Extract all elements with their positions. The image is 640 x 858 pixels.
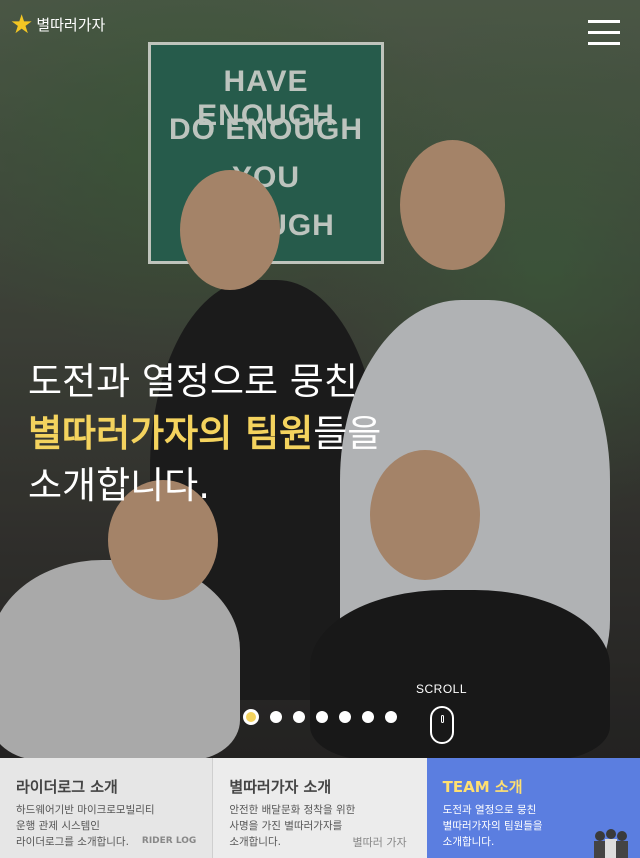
hero-headline: 도전과 열정으로 뭉친 별따러가자의 팀원들을 소개합니다. (28, 356, 381, 512)
mouse-icon (429, 706, 454, 744)
slider-dot[interactable] (316, 711, 328, 723)
headline-line-1: 도전과 열정으로 뭉친 (28, 360, 358, 403)
slider-dot[interactable] (362, 711, 374, 723)
scroll-label: SCROLL (416, 682, 468, 696)
headline-line-2: 별따러가자의 팀원들을 (28, 408, 381, 460)
site-logo[interactable]: ★ 별따러가자 (10, 12, 105, 38)
hamburger-icon-line (588, 42, 620, 45)
slider-dot[interactable] (385, 711, 397, 723)
star-icon: ★ (10, 10, 34, 40)
company-logo: 별따러 가자 (352, 836, 407, 849)
riderlog-logo: RIDER LOG (141, 836, 197, 846)
slider-dot[interactable] (293, 711, 305, 723)
scroll-indicator[interactable]: SCROLL (416, 682, 467, 744)
hamburger-icon (588, 20, 620, 23)
headline-line-3: 소개합니다. (28, 464, 210, 507)
tab-team-intro[interactable]: TEAM 소개 도전과 열정으로 뭉친 별따러가자의 팀원들을 소개합니다. (426, 758, 640, 858)
slider-dot[interactable] (243, 709, 259, 725)
intro-tabs: 라이더로그 소개 하드웨어기반 마이크로모빌리티 운행 관제 시스템인 라이더로… (0, 758, 640, 858)
logo-text: 별따러가자 (36, 15, 106, 34)
tab-title: 라이더로그 소개 (16, 778, 118, 796)
tab-riderlog-intro[interactable]: 라이더로그 소개 하드웨어기반 마이크로모빌리티 운행 관제 시스템인 라이더로… (0, 758, 214, 858)
team-photo-thumbnail (593, 829, 628, 858)
slider-pagination (243, 709, 397, 725)
tab-title: TEAM 소개 (442, 778, 523, 796)
headline-rest: 들을 (313, 412, 382, 455)
hamburger-icon-line (588, 31, 620, 34)
slider-dot[interactable] (339, 711, 351, 723)
slider-dot[interactable] (270, 711, 282, 723)
headline-highlight: 별따러가자의 팀원 (28, 412, 314, 455)
tab-company-intro[interactable]: 별따러가자 소개 안전한 배달문화 정착을 위한 사명을 가진 별따러가자를 소… (213, 758, 427, 858)
hero-banner: HAVE ENOUGH DO ENOUGH YOU ENOUGH ★ 별따러가자… (0, 0, 640, 758)
menu-button[interactable] (588, 20, 620, 46)
tab-title: 별따러가자 소개 (229, 778, 332, 796)
